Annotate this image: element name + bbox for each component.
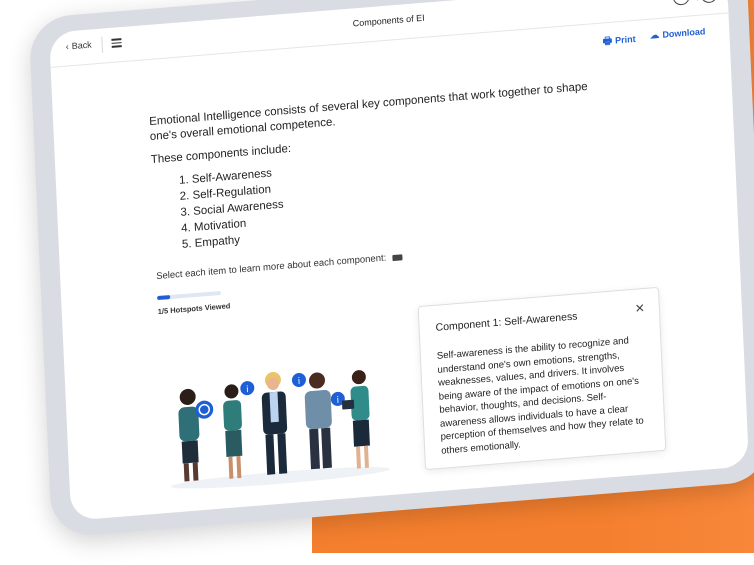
component-popup: Component 1: Self-Awareness ✕ Self-aware… bbox=[417, 286, 667, 471]
keyboard-icon bbox=[392, 253, 403, 261]
popup-body: Self-awareness is the ability to recogni… bbox=[436, 335, 644, 457]
next-page-button[interactable]: › bbox=[700, 0, 718, 4]
person-4 bbox=[304, 372, 332, 470]
tablet-mockup: ‹ Back Components of EI ‹ › 🖶Print ☁Down… bbox=[20, 0, 754, 565]
print-label: Print bbox=[614, 33, 636, 46]
print-button[interactable]: 🖶 Print bbox=[602, 32, 636, 52]
download-label: Download bbox=[662, 26, 706, 40]
person-5 bbox=[341, 370, 370, 469]
hotspot-3[interactable]: i bbox=[291, 372, 307, 387]
hotspot-progress-fill bbox=[157, 295, 171, 301]
people-illustration: i i i bbox=[170, 370, 391, 489]
person-3 bbox=[261, 372, 288, 475]
info-glyph: i bbox=[336, 396, 339, 406]
close-icon[interactable]: ✕ bbox=[634, 301, 645, 316]
lesson-content: Emotional Intelligence consists of sever… bbox=[149, 77, 627, 319]
person-1 bbox=[178, 388, 200, 482]
download-button[interactable]: ☁ Download bbox=[649, 26, 706, 47]
tablet-screen: ‹ Back Components of EI ‹ › 🖶Print ☁Down… bbox=[49, 0, 750, 521]
laptop-icon bbox=[341, 399, 355, 410]
popup-title: Component 1: Self-Awareness bbox=[435, 310, 578, 334]
action-bar: 🖶 Print ☁ Download bbox=[602, 26, 706, 52]
info-glyph: i bbox=[246, 385, 249, 395]
hotspot-2[interactable]: i bbox=[240, 381, 255, 396]
tablet-frame: ‹ Back Components of EI ‹ › 🖶Print ☁Down… bbox=[28, 0, 754, 539]
info-glyph: i bbox=[298, 377, 301, 387]
cloud-download-icon: ☁ bbox=[649, 29, 660, 42]
nav-divider bbox=[696, 0, 698, 1]
person-2 bbox=[223, 384, 243, 479]
printer-icon: 🖶 bbox=[602, 35, 613, 48]
previous-page-button[interactable]: ‹ bbox=[672, 0, 691, 6]
select-hint-text: Select each item to learn more about eac… bbox=[155, 252, 387, 283]
